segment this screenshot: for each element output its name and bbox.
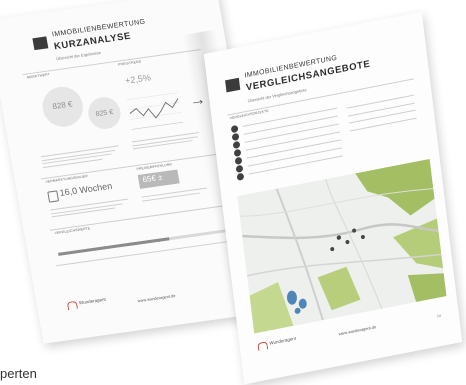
left-body-lines-2 <box>131 132 203 150</box>
value-secondary: 825 € <box>95 108 114 118</box>
right-title-marker <box>225 77 241 93</box>
value-circle-primary: 828 € ​ <box>39 84 87 130</box>
left-footer-url: www.wunderagent.de <box>137 292 176 304</box>
row-marker-7 <box>236 172 245 181</box>
value-circle-secondary: 825 € <box>85 95 124 132</box>
duration-value: 16,0 Wochen <box>58 180 113 198</box>
trend-line <box>129 98 179 119</box>
row-marker-3 <box>232 140 241 150</box>
row-marker-5 <box>234 156 243 166</box>
row-marker-1 <box>230 124 239 134</box>
value-primary: 828 € <box>51 98 74 111</box>
right-logo-text: Wunderagent <box>269 335 297 346</box>
row-marker-2 <box>231 132 240 142</box>
trend-value: +2,5% <box>124 72 152 86</box>
left-divider-1 <box>22 49 201 75</box>
left-body-lines-1 <box>41 145 122 168</box>
row-marker-4 <box>233 148 242 158</box>
left-body-lines-4 <box>141 187 212 202</box>
summary-table <box>347 94 419 132</box>
duration-icon <box>47 190 60 203</box>
right-logo-icon <box>257 341 269 352</box>
comparison-bar-fill <box>58 237 170 256</box>
right-page-number: 14 <box>436 313 442 319</box>
left-body-lines-3 <box>50 198 131 218</box>
right-footer-url: www.wunderagent.de <box>338 324 377 337</box>
trend-chart <box>126 92 184 130</box>
row-marker-6 <box>235 164 244 173</box>
brochure-mockup: IMMOBILIENBEWERTUNG KURZANALYSE Übersich… <box>0 0 466 385</box>
left-logo-text: Wunderagent <box>78 296 107 306</box>
left-logo-icon <box>66 300 79 311</box>
left-title-marker <box>32 36 49 51</box>
value-primary-caption: ​ <box>63 109 64 114</box>
left-divider-4 <box>56 240 235 266</box>
caption-fragment: perten <box>0 366 37 381</box>
left-subtitle: Übersicht der Ergebnisse <box>55 49 102 62</box>
table-row-lines <box>242 107 343 175</box>
comparison-map[interactable] <box>237 158 447 334</box>
map-graphic <box>237 158 447 334</box>
comparison-table <box>230 105 346 186</box>
right-page: IMMOBILIENBEWERTUNG VERGLEICHSANGEBOTE Ü… <box>203 11 463 385</box>
